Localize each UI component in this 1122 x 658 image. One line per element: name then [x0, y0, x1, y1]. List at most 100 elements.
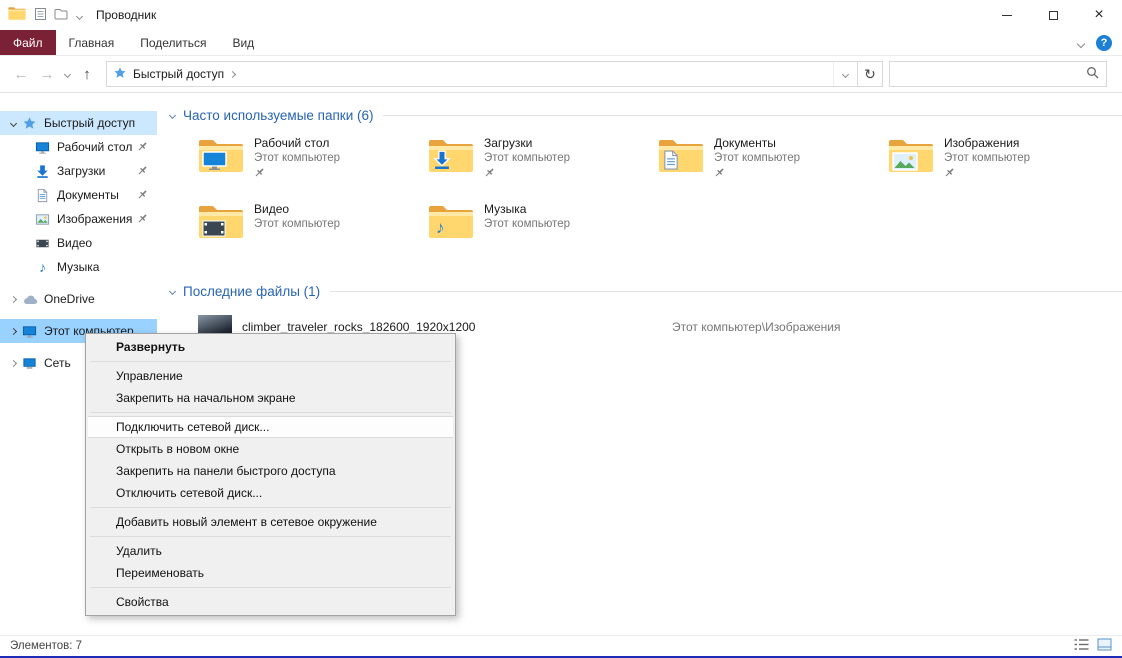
- breadcrumb-chevron-icon[interactable]: [229, 70, 236, 77]
- folder-icon: [888, 137, 934, 175]
- tile-pictures[interactable]: Изображения Этот компьютер: [888, 135, 1118, 191]
- sidebar-item-label: Музыка: [57, 260, 99, 274]
- pin-icon: [254, 167, 340, 181]
- sidebar-item-label: Рабочий стол: [57, 140, 132, 154]
- sidebar-item-desktop[interactable]: Рабочий стол: [0, 135, 157, 159]
- sidebar-item-onedrive[interactable]: OneDrive: [0, 287, 157, 311]
- sidebar-item-quick-access[interactable]: Быстрый доступ: [0, 111, 157, 135]
- pin-icon: [714, 167, 800, 181]
- tile-documents[interactable]: Документы Этот компьютер: [658, 135, 888, 191]
- videos-icon: [34, 235, 51, 251]
- tile-location: Этот компьютер: [254, 152, 340, 164]
- quick-access-icon: [21, 115, 38, 131]
- chevron-right-icon[interactable]: [5, 297, 21, 302]
- sidebar-item-label: Быстрый доступ: [44, 116, 135, 130]
- window-title: Проводник: [96, 8, 156, 22]
- frequent-folders-header[interactable]: Часто используемые папки (6): [170, 105, 1122, 125]
- tile-name: Изображения: [944, 136, 1030, 150]
- qat-customize-chevron[interactable]: [77, 8, 82, 22]
- forward-button[interactable]: →: [34, 61, 60, 87]
- tile-location: Этот компьютер: [714, 152, 800, 164]
- menu-item-manage[interactable]: Управление: [88, 365, 453, 387]
- sidebar-item-documents[interactable]: Документы: [0, 183, 157, 207]
- menu-separator: [90, 587, 451, 588]
- network-icon: [21, 355, 38, 371]
- explorer-logo-icon: [8, 6, 26, 24]
- onedrive-icon: [21, 291, 38, 307]
- status-bar: Элементов: 7: [0, 635, 1122, 656]
- maximize-button[interactable]: [1030, 0, 1076, 30]
- tile-location: Этот компьютер: [254, 218, 340, 230]
- search-icon[interactable]: [1086, 66, 1099, 82]
- sidebar-item-downloads[interactable]: Загрузки: [0, 159, 157, 183]
- menu-item-expand[interactable]: Развернуть: [88, 336, 453, 358]
- close-icon: ×: [1094, 7, 1103, 23]
- pin-icon: [944, 167, 1030, 181]
- recent-files-header[interactable]: Последние файлы (1): [170, 281, 1122, 301]
- address-bar[interactable]: Быстрый доступ: [106, 61, 858, 87]
- recent-locations-chevron[interactable]: [60, 72, 74, 77]
- sidebar-item-label: Документы: [57, 188, 119, 202]
- address-dropdown-chevron[interactable]: [833, 62, 857, 86]
- tile-desktop[interactable]: Рабочий стол Этот компьютер: [198, 135, 428, 191]
- sidebar-item-label: Видео: [57, 236, 92, 250]
- properties-icon[interactable]: [34, 7, 47, 24]
- search-box[interactable]: [889, 61, 1107, 87]
- thumbnail-view-button[interactable]: [1097, 638, 1112, 654]
- collapse-chevron-icon[interactable]: [169, 111, 176, 118]
- ribbon-expand-chevron[interactable]: [1078, 36, 1084, 50]
- new-folder-icon[interactable]: [54, 8, 68, 23]
- folder-icon: [198, 203, 244, 241]
- sidebar-item-videos[interactable]: Видео: [0, 231, 157, 255]
- up-button[interactable]: ↑: [74, 61, 100, 87]
- menu-item-map-network-drive[interactable]: Подключить сетевой диск...: [88, 416, 453, 438]
- section-title: Часто используемые папки (6): [183, 108, 373, 123]
- sidebar-item-label: Сеть: [44, 356, 71, 370]
- menu-item-rename[interactable]: Переименовать: [88, 562, 453, 584]
- menu-item-pin-to-quick-access[interactable]: Закрепить на панели быстрого доступа: [88, 460, 453, 482]
- folder-icon: ♪: [428, 203, 474, 241]
- collapse-chevron-icon[interactable]: [169, 287, 176, 294]
- back-button[interactable]: ←: [8, 61, 34, 87]
- desktop-icon: [34, 139, 51, 155]
- pin-icon: [484, 167, 570, 181]
- close-button[interactable]: ×: [1076, 0, 1122, 30]
- tab-share[interactable]: Поделиться: [127, 30, 219, 55]
- tab-view[interactable]: Вид: [219, 30, 267, 55]
- tile-downloads[interactable]: Загрузки Этот компьютер: [428, 135, 658, 191]
- details-view-button[interactable]: [1074, 638, 1089, 654]
- menu-item-pin-to-start[interactable]: Закрепить на начальном экране: [88, 387, 453, 409]
- minimize-button[interactable]: [984, 0, 1030, 30]
- tile-name: Видео: [254, 202, 340, 216]
- menu-separator: [90, 536, 451, 537]
- chevron-right-icon[interactable]: [5, 361, 21, 366]
- refresh-button[interactable]: ↻: [857, 61, 883, 87]
- breadcrumb[interactable]: Быстрый доступ: [133, 67, 224, 81]
- file-location: Этот компьютер\Изображения: [672, 320, 840, 334]
- sidebar-item-pictures[interactable]: Изображения: [0, 207, 157, 231]
- menu-item-properties[interactable]: Свойства: [88, 591, 453, 613]
- search-input[interactable]: [897, 67, 1086, 81]
- pin-icon: [137, 165, 148, 179]
- sidebar-item-label: Загрузки: [57, 164, 105, 178]
- chevron-right-icon[interactable]: [5, 329, 21, 334]
- menu-item-disconnect-network-drive[interactable]: Отключить сетевой диск...: [88, 482, 453, 504]
- menu-item-add-network-location[interactable]: Добавить новый элемент в сетевое окружен…: [88, 511, 453, 533]
- sidebar-item-label: OneDrive: [44, 292, 95, 306]
- menu-item-open-new-window[interactable]: Открыть в новом окне: [88, 438, 453, 460]
- music-icon: ♪: [34, 259, 51, 275]
- tab-home[interactable]: Главная: [56, 30, 128, 55]
- sidebar-item-label: Изображения: [57, 212, 132, 226]
- window-controls: ×: [984, 0, 1122, 30]
- frequent-folders-grid: Рабочий стол Этот компьютер Загрузки Э: [198, 135, 1122, 267]
- tile-videos[interactable]: Видео Этот компьютер: [198, 201, 428, 257]
- tile-music[interactable]: ♪ Музыка Этот компьютер: [428, 201, 658, 257]
- quick-access-toolbar: [34, 7, 82, 24]
- tab-file[interactable]: Файл: [0, 30, 56, 55]
- help-button[interactable]: ?: [1096, 35, 1112, 51]
- menu-item-delete[interactable]: Удалить: [88, 540, 453, 562]
- sidebar-item-music[interactable]: ♪ Музыка: [0, 255, 157, 279]
- tile-name: Документы: [714, 136, 800, 150]
- chevron-down-icon[interactable]: [5, 121, 21, 126]
- pin-icon: [137, 213, 148, 227]
